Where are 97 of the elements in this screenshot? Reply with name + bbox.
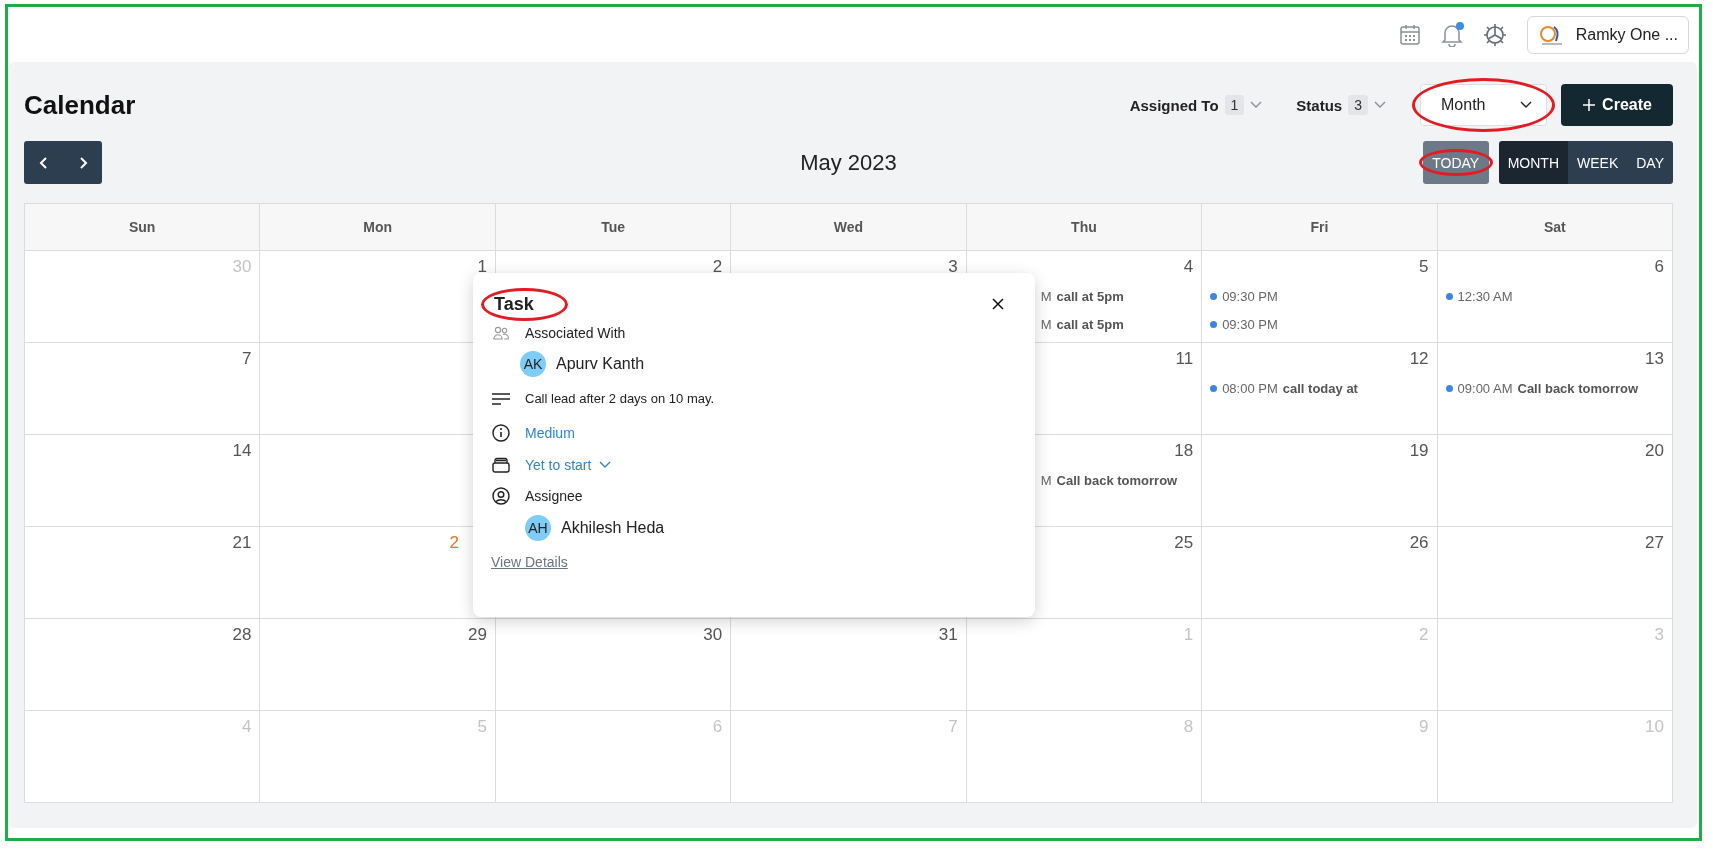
day-cell[interactable]: 30	[495, 619, 732, 711]
day-number: 7	[241, 348, 252, 370]
archive-icon	[492, 456, 510, 473]
day-number: 27	[1645, 532, 1664, 554]
month-label: May 2023	[800, 149, 897, 176]
section-label: Associated With	[525, 325, 626, 341]
day-number: 18	[1174, 440, 1194, 462]
user-circle-icon	[492, 487, 510, 505]
day-cell[interactable]: 29	[260, 619, 496, 711]
day-number: 2	[449, 532, 459, 554]
day-number: 1	[477, 256, 487, 278]
avatar-initials: AH	[525, 515, 551, 541]
filter-dropdown[interactable]: Status 3	[1296, 95, 1386, 115]
chevron-down-icon	[599, 460, 612, 469]
day-number: 4	[241, 716, 252, 738]
day-number: 25	[1174, 532, 1194, 554]
day-number: 9	[1419, 716, 1429, 738]
priority-label: Medium	[525, 425, 575, 441]
plus-icon	[1582, 98, 1597, 112]
weekday-header: Mon	[260, 204, 496, 251]
event-entry[interactable]: 12:30 AM	[1445, 287, 1664, 305]
day-number: 20	[1645, 440, 1664, 462]
day-number: 10	[1645, 716, 1664, 738]
calendar-icon[interactable]	[1398, 23, 1421, 46]
event-entry[interactable]: 08:00 PM call today at	[1210, 379, 1429, 397]
task-description: Call lead after 2 days on 10 may.	[525, 391, 715, 406]
chevron-right-icon	[77, 155, 88, 170]
day-cell[interactable]: 26	[1202, 527, 1438, 619]
chevron-down-icon	[1520, 101, 1532, 109]
day-cell[interactable]: 5 09:30 PM 09:30 PM	[1202, 251, 1438, 343]
day-number: 30	[703, 624, 723, 646]
day-number: 28	[232, 624, 252, 646]
day-cell[interactable]: 20	[1437, 435, 1673, 527]
chevron-down-icon	[1374, 101, 1386, 109]
weekday-header: Thu	[966, 204, 1203, 251]
day-number: 5	[1419, 256, 1429, 278]
view-dropdown[interactable]: Month	[1420, 84, 1547, 126]
day-cell[interactable]: 31	[731, 619, 967, 711]
account-button[interactable]: Ramky One ...	[1526, 15, 1689, 54]
day-cell[interactable]: 13 09:00 AM Call back tomorrow	[1437, 343, 1673, 435]
page-title: Calendar	[24, 89, 137, 121]
day-number: 4	[1183, 256, 1194, 278]
event-entry[interactable]: 09:30 PM	[1210, 287, 1429, 305]
day-number: 2	[1419, 624, 1429, 646]
event-entry[interactable]: M call at 5pm	[1040, 315, 1194, 333]
create-button[interactable]: Create	[1561, 84, 1673, 126]
day-number: 3	[1654, 624, 1664, 646]
weekday-header: Sun	[25, 204, 261, 251]
day-cell[interactable]: 19	[1202, 435, 1438, 527]
day-number: 7	[948, 716, 958, 738]
day-number: 14	[232, 440, 252, 462]
view-tab[interactable]: WEEK	[1568, 141, 1628, 184]
day-number: 26	[1409, 532, 1429, 554]
view-tab[interactable]: MONTH	[1498, 141, 1568, 184]
day-cell[interactable]: 21	[25, 527, 261, 619]
day-number: 5	[477, 716, 487, 738]
day-number: 31	[938, 624, 958, 646]
event-entry[interactable]: M call at 5pm	[1040, 287, 1194, 305]
chevron-left-icon	[38, 155, 49, 170]
event-entry[interactable]: 09:00 AM Call back tomorrow	[1445, 379, 1664, 397]
day-number: 8	[1183, 716, 1194, 738]
settings-icon[interactable]	[1482, 22, 1507, 47]
view-tab[interactable]: DAY	[1627, 141, 1673, 184]
close-icon	[991, 297, 1005, 311]
day-cell[interactable]: 12 08:00 PM call today at	[1202, 343, 1438, 435]
person-name: Apurv Kanth	[556, 355, 645, 373]
avatar-initials: AK	[520, 351, 546, 377]
day-cell[interactable]: 28	[25, 619, 261, 711]
people-icon	[493, 326, 509, 340]
day-number: 19	[1409, 440, 1429, 462]
day-cell[interactable]: 6 12:30 AM	[1437, 251, 1673, 343]
day-number: 13	[1645, 348, 1664, 370]
weekday-header: Fri	[1202, 204, 1438, 251]
weekday-header: Tue	[495, 204, 732, 251]
status-dropdown[interactable]: Yet to start	[525, 456, 612, 473]
day-cell[interactable]: 27	[1437, 527, 1673, 619]
day-number: 6	[1654, 256, 1664, 278]
day-number: 6	[712, 716, 723, 738]
weekday-header: Wed	[731, 204, 967, 251]
day-number: 1	[1183, 624, 1194, 646]
day-number: 29	[467, 624, 487, 646]
day-number: 2	[712, 256, 723, 278]
person-name: Akhilesh Heda	[561, 519, 665, 537]
day-number: 11	[1175, 348, 1194, 370]
bell-icon[interactable]	[1440, 22, 1463, 47]
filter-dropdown[interactable]: Assigned To 1	[1129, 95, 1263, 115]
event-entry[interactable]: 09:30 PM	[1210, 315, 1429, 333]
weekday-header: Sat	[1437, 204, 1673, 251]
day-number: 12	[1409, 348, 1429, 370]
section-label: Assignee	[525, 488, 583, 504]
info-icon	[492, 424, 510, 442]
day-number: 21	[232, 532, 252, 554]
chevron-down-icon	[1250, 101, 1263, 109]
day-number: 3	[948, 256, 958, 278]
day-number: 30	[232, 256, 252, 278]
event-entry[interactable]: M Call back tomorrow	[1040, 471, 1194, 489]
lines-icon	[491, 391, 511, 406]
